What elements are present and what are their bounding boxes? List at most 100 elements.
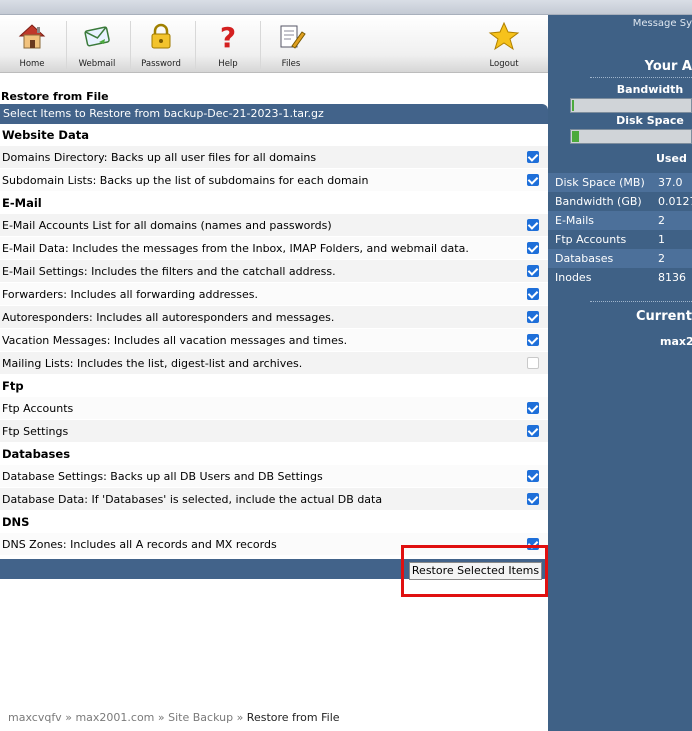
files-icon <box>280 25 306 49</box>
disk-space-bar-fill <box>572 131 580 142</box>
usage-stat-name: Bandwidth (GB) <box>555 195 642 208</box>
restore-item-label: DNS Zones: Includes all A records and MX… <box>2 538 277 551</box>
usage-stat-name: Ftp Accounts <box>555 233 627 246</box>
lock-icon <box>151 23 171 49</box>
page-title: Restore from File <box>1 90 109 103</box>
password-label: Password <box>141 59 181 69</box>
section-heading: Databases <box>2 447 71 461</box>
restore-table-header: Select Items to Restore from backup-Dec-… <box>0 104 548 124</box>
section-heading: E-Mail <box>2 196 42 210</box>
usage-stat-row: Bandwidth (GB) 0.0127 <box>548 192 692 211</box>
restore-item-row: Ftp Accounts <box>0 397 548 420</box>
bandwidth-bar-fill <box>572 100 575 111</box>
webmail-button[interactable]: Webmail <box>66 18 128 72</box>
help-label: Help <box>218 59 238 69</box>
breadcrumb-site-backup[interactable]: Site Backup <box>168 711 233 724</box>
disk-space-heading: Disk Space <box>616 114 684 127</box>
message-system-link[interactable]: Message Sy <box>633 18 692 29</box>
restore-item-row: Database Settings: Backs up all DB Users… <box>0 465 548 488</box>
restore-item-checkbox[interactable] <box>527 493 539 505</box>
breadcrumb: maxcvqfv » max2001.com » Site Backup » R… <box>8 711 340 724</box>
restore-item-checkbox[interactable] <box>527 357 539 369</box>
logout-button[interactable]: Logout <box>473 18 535 72</box>
usage-stat-value: 2 <box>658 252 665 265</box>
restore-item-label: Subdomain Lists: Backs up the list of su… <box>2 174 369 187</box>
restore-item-row: Database Data: If 'Databases' is selecte… <box>0 488 548 511</box>
usage-stat-name: Inodes <box>555 271 592 284</box>
restore-item-checkbox[interactable] <box>527 288 539 300</box>
restore-item-checkbox[interactable] <box>527 402 539 414</box>
bandwidth-bar <box>570 98 692 113</box>
restore-item-row: Vacation Messages: Includes all vacation… <box>0 329 548 352</box>
usage-stat-row: Disk Space (MB) 37.0 <box>548 173 692 192</box>
section-heading: Website Data <box>2 128 89 142</box>
section-heading: Ftp <box>2 379 24 393</box>
restore-item-checkbox[interactable] <box>527 311 539 323</box>
restore-item-row: Forwarders: Includes all forwarding addr… <box>0 283 548 306</box>
restore-item-checkbox[interactable] <box>527 242 539 254</box>
breadcrumb-separator: » <box>236 711 244 724</box>
main-toolbar: Home Webmail Password ? Help Files Logou… <box>0 15 548 73</box>
usage-stat-name: E-Mails <box>555 214 594 227</box>
restore-item-row: E-Mail Settings: Includes the filters an… <box>0 260 548 283</box>
password-button[interactable]: Password <box>130 18 192 72</box>
star-icon <box>488 21 520 51</box>
usage-stat-row: Ftp Accounts 1 <box>548 230 692 249</box>
restore-item-label: E-Mail Data: Includes the messages from … <box>2 242 469 255</box>
webmail-label: Webmail <box>78 59 116 69</box>
usage-stat-name: Disk Space (MB) <box>555 176 645 189</box>
restore-item-label: Database Data: If 'Databases' is selecte… <box>2 493 383 506</box>
breadcrumb-separator: » <box>157 711 165 724</box>
restore-item-checkbox[interactable] <box>527 151 539 163</box>
current-user-name: max2 <box>660 335 692 348</box>
restore-item-checkbox[interactable] <box>527 265 539 277</box>
disk-space-bar <box>570 129 692 144</box>
usage-stat-value: 8136 <box>658 271 686 284</box>
files-button[interactable]: Files <box>260 18 322 72</box>
restore-item-row: DNS Zones: Includes all A records and MX… <box>0 533 548 556</box>
logout-label: Logout <box>489 59 519 69</box>
breadcrumb-user[interactable]: maxcvqfv <box>8 711 62 724</box>
account-sidebar: Message Sy Your A Bandwidth Disk Space U… <box>548 15 692 731</box>
restore-item-checkbox[interactable] <box>527 334 539 346</box>
toolbar-divider <box>195 21 196 69</box>
files-label: Files <box>281 59 301 69</box>
restore-item-checkbox[interactable] <box>527 538 539 550</box>
usage-stat-row: Databases 2 <box>548 249 692 268</box>
restore-item-row: Subdomain Lists: Backs up the list of su… <box>0 169 548 192</box>
help-button[interactable]: ? Help <box>197 18 259 72</box>
restore-item-row: Ftp Settings <box>0 420 548 443</box>
section-heading: DNS <box>2 515 30 529</box>
home-button[interactable]: Home <box>1 18 63 72</box>
restore-item-label: E-Mail Settings: Includes the filters an… <box>2 265 336 278</box>
restore-item-row: Autoresponders: Includes all autorespond… <box>0 306 548 329</box>
restore-item-label: Database Settings: Backs up all DB Users… <box>2 470 323 483</box>
restore-item-label: Forwarders: Includes all forwarding addr… <box>2 288 258 301</box>
restore-item-row: E-Mail Accounts List for all domains (na… <box>0 214 548 237</box>
your-account-heading: Your A <box>644 59 692 74</box>
usage-stat-value: 1 <box>658 233 665 246</box>
restore-item-checkbox[interactable] <box>527 174 539 186</box>
restore-item-row: E-Mail Data: Includes the messages from … <box>0 237 548 260</box>
restore-item-label: Mailing Lists: Includes the list, digest… <box>2 357 303 370</box>
home-label: Home <box>19 59 45 69</box>
dotted-divider <box>590 77 692 78</box>
usage-stat-name: Databases <box>555 252 614 265</box>
usage-stat-row: Inodes 8136 <box>548 268 692 287</box>
restore-item-checkbox[interactable] <box>527 219 539 231</box>
breadcrumb-domain[interactable]: max2001.com <box>75 711 154 724</box>
breadcrumb-separator: » <box>65 711 72 724</box>
restore-item-label: Vacation Messages: Includes all vacation… <box>2 334 348 347</box>
bandwidth-heading: Bandwidth <box>616 83 684 96</box>
restore-item-label: Autoresponders: Includes all autorespond… <box>2 311 335 324</box>
help-icon: ? <box>220 21 236 52</box>
restore-item-checkbox[interactable] <box>527 425 539 437</box>
current-user-heading: Current <box>636 309 692 324</box>
top-banner <box>0 0 692 15</box>
restore-selected-items-button[interactable]: Restore Selected Items <box>409 562 542 580</box>
usage-stat-value: 0.0127 <box>658 195 692 208</box>
webmail-icon <box>84 26 110 47</box>
dotted-divider <box>590 301 692 302</box>
restore-item-checkbox[interactable] <box>527 470 539 482</box>
restore-item-label: Ftp Settings <box>2 425 69 438</box>
